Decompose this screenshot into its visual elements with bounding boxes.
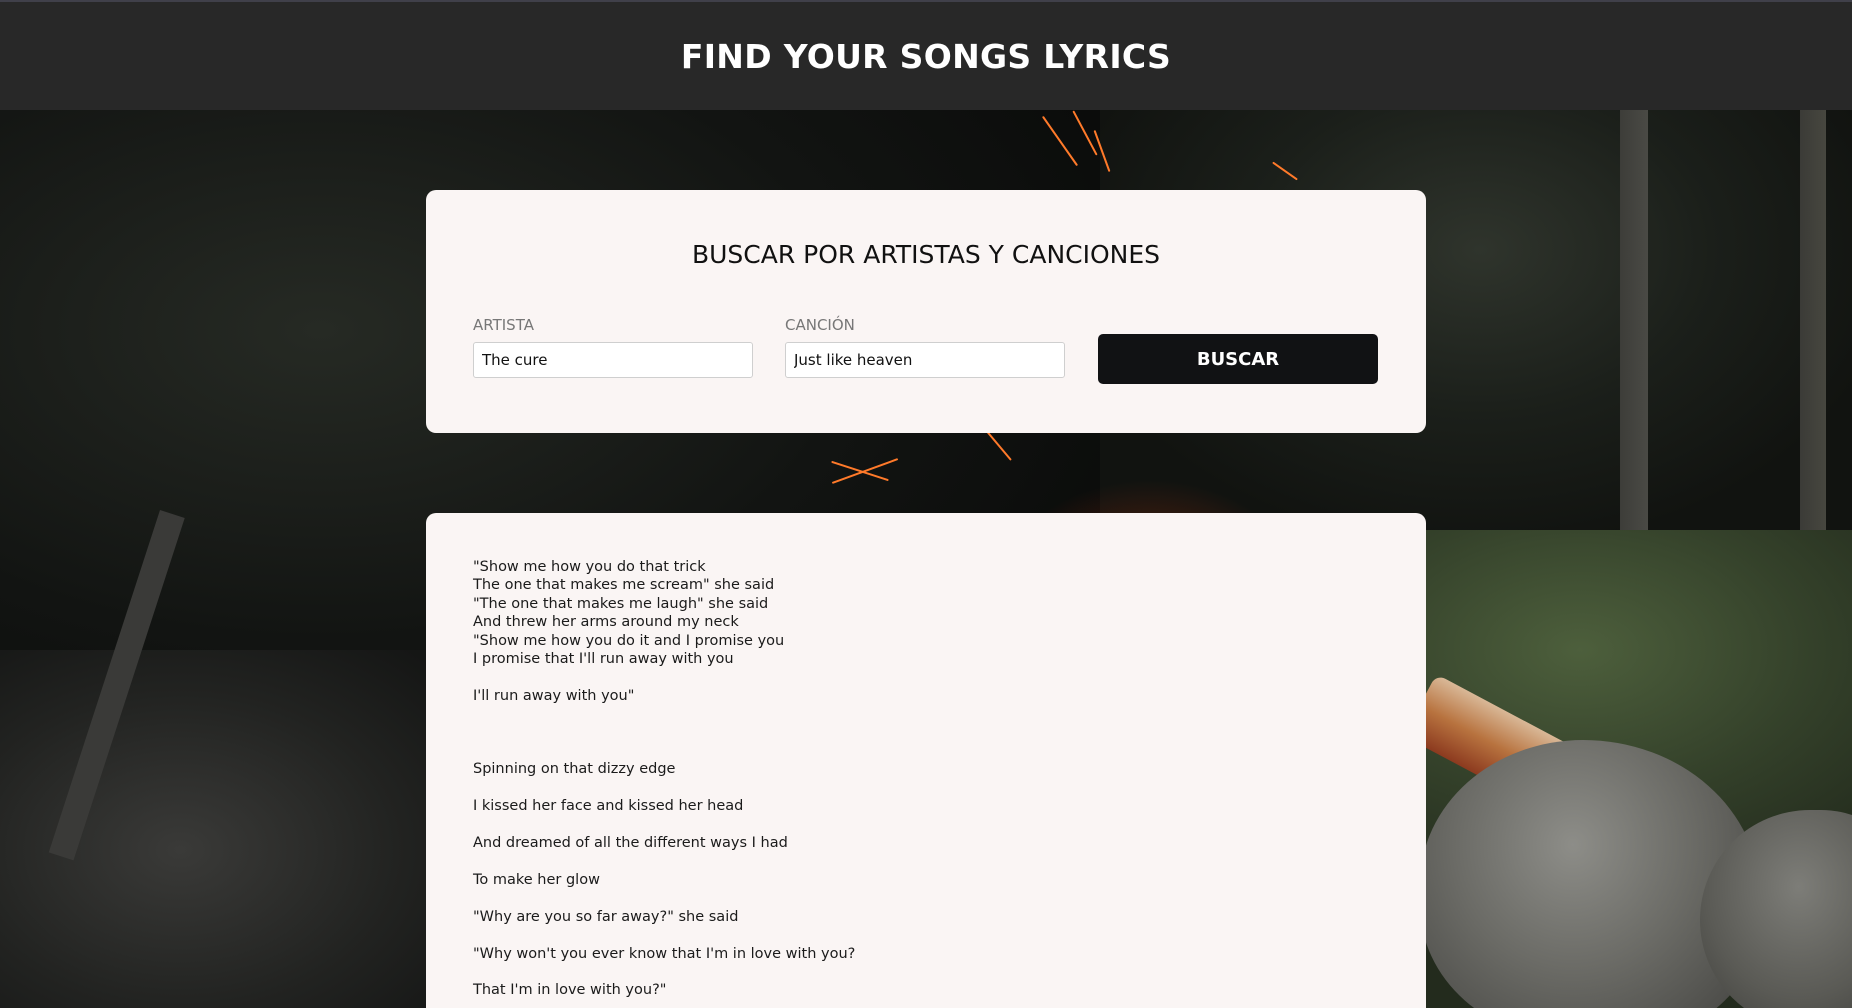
song-field-group: CANCIÓN: [785, 316, 1065, 378]
search-card: BUSCAR POR ARTISTAS Y CANCIONES ARTISTA …: [426, 190, 1426, 433]
search-card-title: BUSCAR POR ARTISTAS Y CANCIONES: [691, 240, 1161, 269]
artist-input[interactable]: [473, 342, 753, 378]
lyrics-card: "Show me how you do that trick The one t…: [426, 513, 1426, 1008]
site-header: FIND YOUR SONGS LYRICS: [0, 0, 1852, 110]
site-title: FIND YOUR SONGS LYRICS: [680, 36, 1172, 76]
background-spark: [1041, 115, 1079, 167]
artist-field-group: ARTISTA: [473, 316, 753, 378]
song-input[interactable]: [785, 342, 1065, 378]
lyrics-text: "Show me how you do that trick The one t…: [473, 559, 856, 999]
artist-label: ARTISTA: [473, 316, 534, 334]
search-button[interactable]: BUSCAR: [1098, 334, 1378, 384]
song-label: CANCIÓN: [785, 316, 855, 334]
